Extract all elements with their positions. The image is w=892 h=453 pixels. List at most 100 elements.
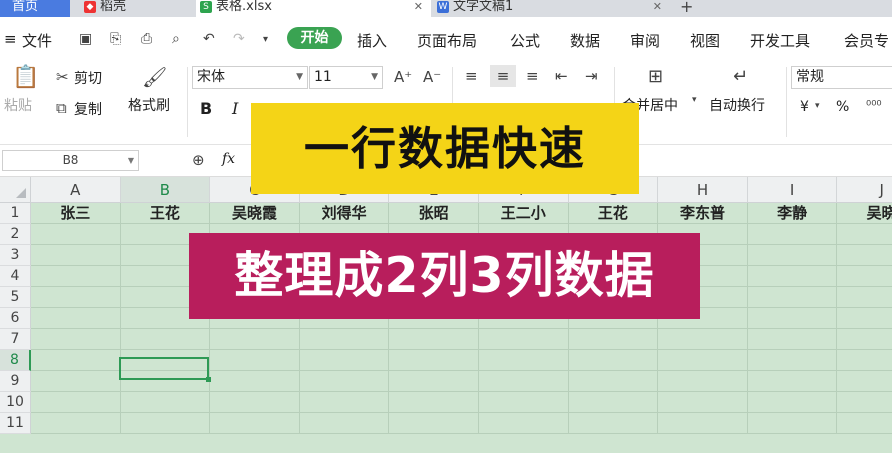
cell-d1[interactable]: 刘得华 [299, 203, 390, 224]
scissors-icon[interactable]: ✂ [56, 68, 69, 86]
cell-b10[interactable] [120, 392, 211, 413]
cell-h9[interactable] [658, 371, 748, 392]
close-icon[interactable]: ✕ [414, 0, 423, 14]
cell-b7[interactable] [120, 329, 211, 350]
cell-b11[interactable] [120, 413, 211, 434]
cell-f8[interactable] [479, 350, 569, 371]
cell-a2[interactable] [31, 224, 121, 245]
cell-i6[interactable] [747, 308, 838, 329]
cell-i4[interactable] [747, 266, 838, 287]
cell-i9[interactable] [747, 371, 838, 392]
indent-increase-icon[interactable]: ⇥ [585, 67, 598, 85]
cell-h8[interactable] [658, 350, 748, 371]
cell-a10[interactable] [31, 392, 121, 413]
cell-j5[interactable] [837, 287, 892, 308]
cell-f7[interactable] [479, 329, 569, 350]
cell-c1[interactable]: 吴晓霞 [210, 203, 300, 224]
bold-button[interactable]: B [200, 99, 212, 118]
hamburger-icon[interactable]: ≡ [4, 30, 17, 48]
copy-icon[interactable]: ⧉ [56, 99, 67, 117]
copy-button[interactable]: 复制 [74, 99, 102, 119]
tab-start[interactable]: 开始 [287, 27, 342, 49]
cell-i3[interactable] [747, 245, 838, 266]
row-header-7[interactable]: 7 [0, 329, 31, 350]
thousands-icon[interactable]: ⁰⁰⁰ [866, 99, 882, 114]
row-header-10[interactable]: 10 [0, 392, 31, 413]
cell-a7[interactable] [31, 329, 121, 350]
menu-file[interactable]: 文件 [22, 30, 52, 51]
undo-icon[interactable]: ↶ [203, 31, 215, 47]
cell-j2[interactable] [837, 224, 892, 245]
cell-i5[interactable] [747, 287, 838, 308]
cell-c8[interactable] [210, 350, 300, 371]
row-header-9[interactable]: 9 [0, 371, 31, 392]
cell-j9[interactable] [837, 371, 892, 392]
chevron-down-icon[interactable]: ▾ [692, 95, 697, 105]
cell-d11[interactable] [299, 413, 390, 434]
cell-h11[interactable] [658, 413, 748, 434]
cell-i2[interactable] [747, 224, 838, 245]
cell-e10[interactable] [389, 392, 479, 413]
currency-button[interactable]: ¥ [800, 99, 809, 115]
cell-a9[interactable] [31, 371, 121, 392]
indent-decrease-icon[interactable]: ⇤ [555, 67, 568, 85]
cell-j3[interactable] [837, 245, 892, 266]
row-header-4[interactable]: 4 [0, 266, 31, 287]
cell-c7[interactable] [210, 329, 300, 350]
cell-a4[interactable] [31, 266, 121, 287]
cell-f9[interactable] [479, 371, 569, 392]
paste-button[interactable]: 粘贴 [4, 95, 32, 115]
cell-i10[interactable] [747, 392, 838, 413]
menu-data[interactable]: 数据 [570, 30, 600, 51]
font-size-select[interactable]: 11 ▼ [309, 66, 383, 89]
cell-e1[interactable]: 张昭 [389, 203, 479, 224]
cell-a5[interactable] [31, 287, 121, 308]
zoom-icon[interactable]: ⊕ [192, 151, 205, 169]
cell-i11[interactable] [747, 413, 838, 434]
print-preview-icon[interactable]: ⌕ [172, 31, 180, 47]
chevron-down-icon[interactable]: ▾ [263, 34, 268, 45]
row-header-11[interactable]: 11 [0, 413, 31, 434]
row-header-5[interactable]: 5 [0, 287, 31, 308]
column-header-h[interactable]: H [658, 177, 748, 203]
font-shrink-icon[interactable]: A⁻ [423, 68, 441, 86]
cell-e7[interactable] [389, 329, 479, 350]
cell-g9[interactable] [568, 371, 659, 392]
number-format-select[interactable]: 常规 [791, 66, 892, 89]
align-top-icon[interactable]: ≡ [465, 67, 478, 85]
cell-e9[interactable] [389, 371, 479, 392]
export-icon[interactable]: ⎘ [110, 31, 121, 47]
cell-c11[interactable] [210, 413, 300, 434]
print-icon[interactable]: ⎙ [141, 31, 152, 47]
row-header-8[interactable]: 8 [0, 350, 31, 371]
cell-i1[interactable]: 李静 [747, 203, 838, 224]
cell-a8[interactable] [31, 350, 121, 371]
cell-e8[interactable] [389, 350, 479, 371]
merge-icon[interactable]: ⊞ [648, 66, 663, 87]
cell-j10[interactable] [837, 392, 892, 413]
format-painter-button[interactable]: 格式刷 [128, 95, 170, 115]
menu-dev-tools[interactable]: 开发工具 [750, 30, 810, 51]
brush-icon[interactable]: 🖌 [142, 65, 167, 89]
menu-formula[interactable]: 公式 [510, 30, 540, 51]
cell-g8[interactable] [568, 350, 659, 371]
cell-g11[interactable] [568, 413, 659, 434]
save-icon[interactable]: ▣ [79, 31, 92, 47]
cell-h1[interactable]: 李东普 [658, 203, 748, 224]
cell-j11[interactable] [837, 413, 892, 434]
column-header-a[interactable]: A [31, 177, 121, 203]
column-header-b[interactable]: B [120, 177, 211, 203]
cut-button[interactable]: 剪切 [74, 68, 102, 88]
menu-review[interactable]: 审阅 [630, 30, 660, 51]
cell-a1[interactable]: 张三 [31, 203, 121, 224]
cell-b1[interactable]: 王花 [120, 203, 211, 224]
column-header-j[interactable]: J [837, 177, 892, 203]
align-bottom-icon[interactable]: ≡ [526, 67, 539, 85]
paste-icon[interactable]: 📋 [12, 65, 39, 90]
font-name-select[interactable]: 宋体 ▼ [192, 66, 308, 89]
row-header-1[interactable]: 1 [0, 203, 31, 224]
cell-j1[interactable]: 吴晓 [837, 203, 892, 224]
row-header-3[interactable]: 3 [0, 245, 31, 266]
cell-c9[interactable] [210, 371, 300, 392]
menu-page-layout[interactable]: 页面布局 [417, 30, 477, 51]
